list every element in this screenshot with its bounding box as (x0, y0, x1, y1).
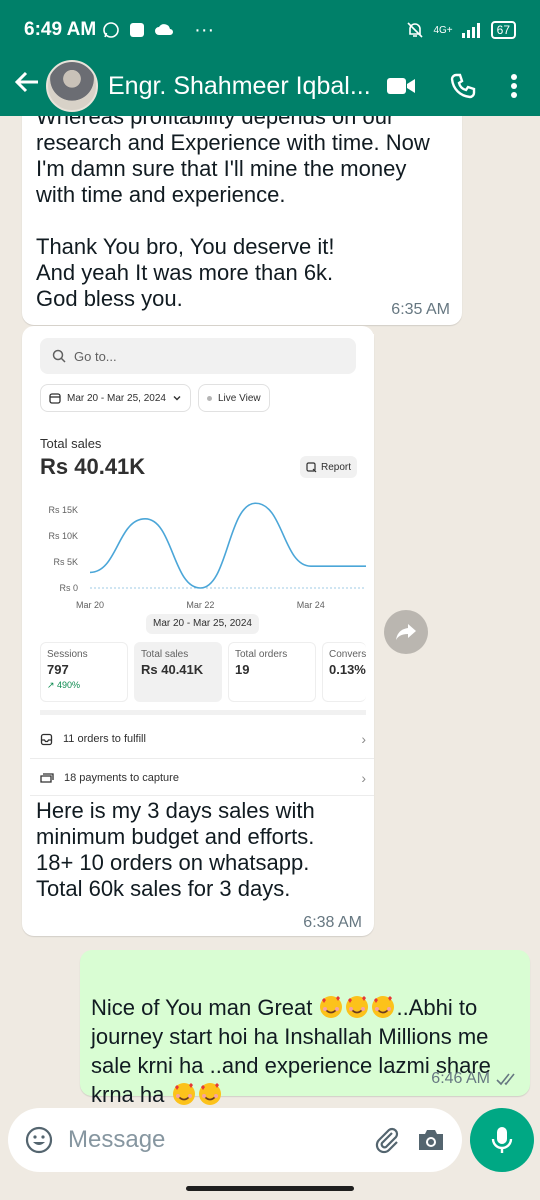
report-button: Report (300, 456, 358, 478)
message-time: 6:35 AM (391, 301, 450, 318)
chevron-down-icon (173, 396, 181, 401)
back-button[interactable] (8, 68, 46, 104)
divider (40, 710, 366, 715)
emoji-icon[interactable] (24, 1125, 54, 1155)
live-view-label: Live View (218, 392, 261, 404)
chevron-right-icon: › (361, 770, 366, 786)
message-text-part: Nice of You man Great (91, 995, 319, 1020)
status-time: 6:49 AM (24, 19, 97, 40)
message-text: research and Experience with time. Now I… (36, 130, 430, 311)
metric-total-sales: Total sales Rs 40.41K (134, 642, 222, 702)
live-dot-icon (207, 395, 212, 401)
metric-change: ↗ 490% (47, 680, 81, 690)
video-call-icon[interactable] (386, 75, 416, 97)
signal-icon (461, 23, 480, 38)
more-notifications-dots: ··· (194, 18, 215, 41)
payments-to-capture-row: 18 payments to capture › (40, 761, 366, 795)
metric-value: 19 (235, 662, 250, 677)
status-bar: 6:49 AM ··· 4G+ 67 (0, 0, 540, 60)
date-filter-label: Mar 20 - Mar 25, 2024 (67, 392, 166, 404)
row-divider (30, 758, 374, 759)
mute-icon (407, 22, 424, 38)
chat-header: Engr. Shahmeer Iqbal... (0, 56, 540, 116)
battery-indicator: 67 (490, 21, 516, 39)
y-tick-label: Rs 10K (48, 531, 78, 541)
network-type: 4G+ (433, 24, 453, 36)
metric-total-orders: Total orders 19 (228, 642, 316, 702)
total-sales-value: Rs 40.41K (40, 454, 146, 479)
home-indicator (186, 1186, 354, 1191)
sales-series-line (89, 502, 366, 589)
y-tick-label: Rs 15K (48, 505, 78, 515)
avatar[interactable] (46, 60, 98, 112)
metric-value: 0.13% (329, 662, 366, 677)
row-label: 18 payments to capture (64, 772, 179, 784)
metric-sessions: Sessions 797 ↗ 490% (40, 642, 128, 702)
incoming-message[interactable]: Whereas profitability depends on our res… (22, 116, 462, 325)
row-divider (30, 795, 374, 796)
x-tick-label: Mar 22 (186, 600, 214, 609)
search-placeholder: Go to... (74, 348, 117, 364)
total-sales-label: Total sales (40, 436, 102, 451)
voice-message-button[interactable] (470, 1108, 534, 1172)
paperclip-icon[interactable] (372, 1125, 402, 1155)
metric-label: Total orders (235, 649, 288, 660)
shopify-screenshot[interactable]: Go to... Mar 20 - Mar 25, 2024 Live View… (30, 334, 374, 796)
phone-icon[interactable] (450, 73, 476, 99)
search-box: Go to... (40, 338, 356, 374)
x-tick-label: Mar 24 (297, 600, 325, 609)
y-tick-label: Rs 0 (59, 583, 78, 593)
whatsapp-icon (103, 22, 119, 38)
search-icon (52, 349, 66, 363)
cloud-icon (155, 24, 174, 35)
app-square-icon (130, 23, 145, 37)
microphone-icon (491, 1127, 513, 1153)
calendar-icon (49, 393, 61, 404)
metric-label: Convers (329, 649, 367, 660)
message-time: 6:38 AM (303, 914, 362, 931)
date-filter: Mar 20 - Mar 25, 2024 (40, 384, 191, 412)
inbox-icon (40, 733, 53, 745)
metric-conversion: Convers 0.13% (322, 642, 366, 702)
smiling-hearts-emoji-icon (171, 1082, 223, 1106)
chevron-right-icon: › (361, 731, 366, 747)
metric-value: Rs 40.41K (141, 662, 204, 677)
chart-date-range: Mar 20 - Mar 25, 2024 (146, 614, 259, 634)
message-text-cut: Whereas profitability depends on our (36, 116, 395, 129)
metric-label: Sessions (47, 649, 88, 660)
live-view: Live View (198, 384, 270, 412)
smiling-hearts-emoji-icon (318, 995, 396, 1020)
message-time: 6:46 AM (431, 1070, 490, 1087)
incoming-image-message[interactable]: Go to... Mar 20 - Mar 25, 2024 Live View… (22, 326, 374, 936)
orders-to-fulfill-row: 11 orders to fulfill › (40, 722, 366, 756)
message-composer[interactable]: Message (8, 1108, 462, 1172)
outgoing-message[interactable]: Nice of You man Great ..Abhi to journey … (80, 950, 530, 1106)
forward-button[interactable] (384, 610, 428, 654)
chat-messages-area[interactable]: Whereas profitability depends on our res… (0, 116, 540, 1106)
camera-icon[interactable] (416, 1127, 446, 1153)
image-caption: Here is my 3 days sales with minimum bud… (36, 798, 315, 901)
cash-icon (40, 772, 54, 783)
more-vert-icon[interactable] (510, 73, 518, 99)
message-input[interactable]: Message (68, 1126, 358, 1154)
contact-name[interactable]: Engr. Shahmeer Iqbal... (108, 72, 386, 101)
message-time-row: 6:46 AM (431, 1070, 518, 1088)
status-notification-icons: ··· (102, 19, 214, 42)
forward-icon (396, 624, 416, 640)
metric-value: 797 (47, 662, 69, 677)
row-label: 11 orders to fulfill (63, 733, 146, 745)
arrow-left-icon (14, 71, 38, 93)
sales-line-chart: Rs 15K Rs 10K Rs 5K Rs 0 Mar 20 Mar 22 Mar 24 (48, 502, 366, 609)
report-icon (306, 461, 317, 472)
x-tick-label: Mar 20 (76, 600, 104, 609)
y-tick-label: Rs 5K (53, 557, 78, 567)
double-check-icon (496, 1073, 515, 1086)
report-label: Report (321, 461, 352, 473)
metric-label: Total sales (141, 649, 189, 660)
metrics-strip: Sessions 797 ↗ 490% Total sales Rs 40.41… (40, 642, 374, 702)
